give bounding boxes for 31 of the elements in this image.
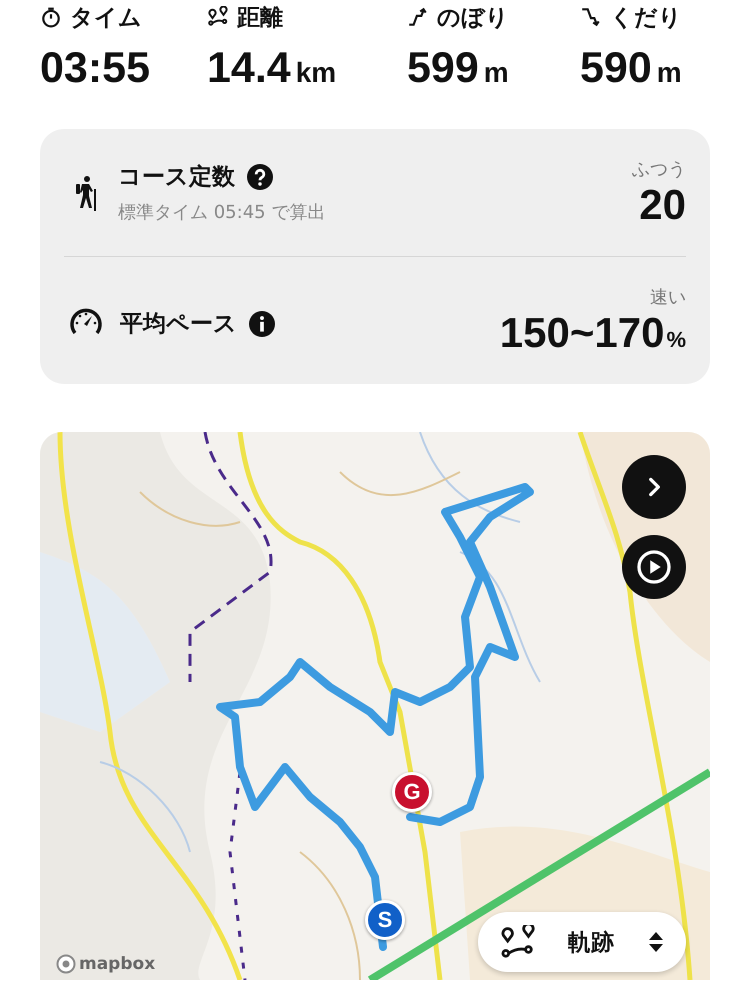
stat-label: タイム: [70, 4, 142, 32]
stopwatch-icon: [40, 6, 62, 28]
stat-unit: m: [484, 57, 509, 89]
summary-value: 20: [639, 180, 686, 228]
stat-label: のぼり: [437, 4, 509, 32]
summary-title: コース定数: [118, 163, 235, 192]
stat-value: 14.4: [207, 44, 291, 93]
help-icon[interactable]: [247, 164, 273, 190]
hiker-icon: [74, 174, 98, 210]
ascent-arrow-icon: [407, 6, 429, 28]
stat-label: 距離: [237, 4, 283, 32]
stat-value: 03:55: [40, 44, 150, 93]
descent-arrow-icon: [580, 6, 602, 28]
route-pins-icon: [207, 6, 229, 28]
map-attribution: mapbox: [79, 954, 156, 974]
summary-subtitle: 標準タイム 05:45 で算出: [118, 201, 326, 224]
track-layer-button[interactable]: 軌跡: [478, 912, 686, 972]
stat-label: くだり: [610, 4, 682, 32]
rating-label: 速い: [650, 286, 686, 308]
stat-value: 599: [407, 44, 479, 93]
stat-unit: km: [296, 57, 336, 89]
sort-arrows-icon: [648, 930, 664, 954]
info-icon[interactable]: [249, 310, 275, 336]
summary-unit: %: [666, 326, 686, 352]
summary-value: 150~170: [500, 308, 664, 356]
play-icon: [636, 549, 672, 585]
stat-unit: m: [656, 57, 682, 89]
summary-title: 平均ペース: [120, 310, 237, 339]
stat-value: 590: [580, 44, 652, 93]
speedometer-icon: [68, 306, 104, 336]
rating-label: ふつう: [632, 158, 686, 180]
